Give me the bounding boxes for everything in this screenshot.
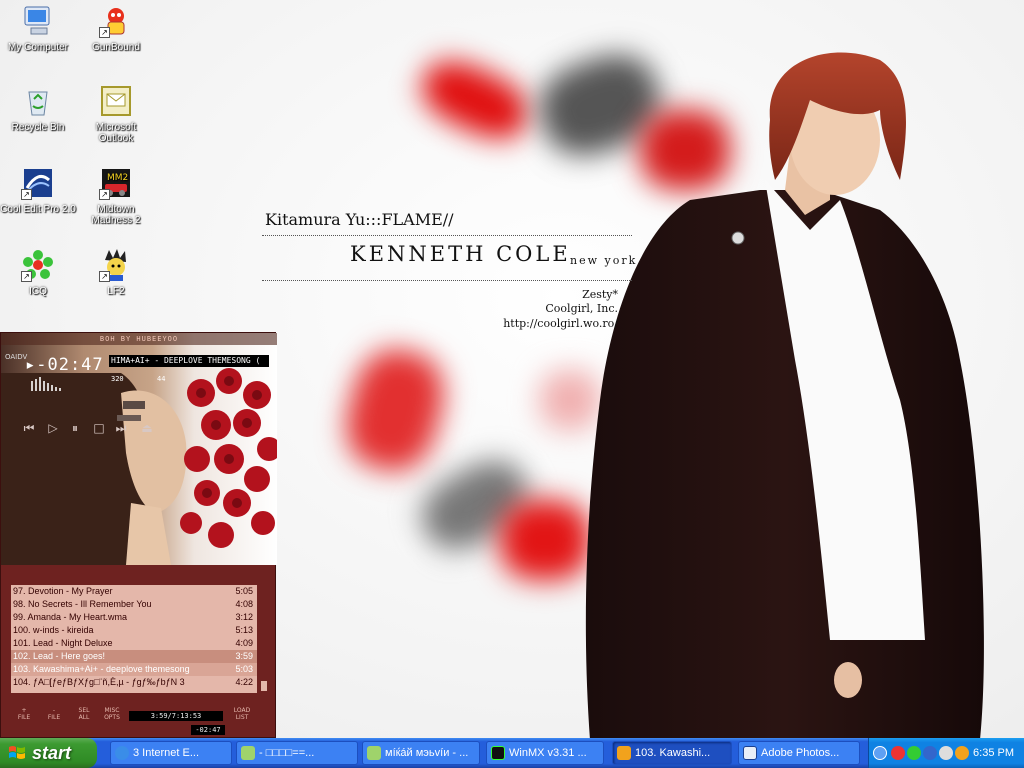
playlist-item[interactable]: 100. w-inds - kireida 5:13	[11, 624, 257, 637]
person-photo	[585, 52, 984, 740]
samplerate-display: 44	[157, 375, 166, 383]
playlist[interactable]: 97. Devotion - My Prayer 5:05 98. No Secr…	[11, 585, 257, 693]
computer-icon	[21, 4, 55, 38]
taskbar-button-winmx[interactable]: WinMX v3.31 ...	[486, 741, 604, 765]
cool-edit-icon: ↗	[21, 166, 55, 200]
desktop-icon-label: Microsoft Outlook	[95, 122, 137, 144]
internet-explorer-icon	[115, 746, 129, 760]
lf2-icon: ↗	[99, 248, 133, 282]
desktop-icon-recycle-bin[interactable]: Recycle Bin	[0, 84, 76, 133]
wallpaper-red-blot	[500, 500, 590, 580]
chevron-left-icon[interactable]	[873, 746, 887, 760]
msn-icon	[367, 746, 381, 760]
previous-track-button[interactable]: ⏮	[21, 421, 37, 435]
remove-file-button[interactable]: - FILE	[43, 707, 65, 721]
load-list-button[interactable]: LOAD LIST	[231, 707, 253, 721]
desktop-icon-label: Cool Edit Pro 2.0	[0, 204, 76, 215]
taskbar-button-winamp[interactable]: 103. Kawashi...	[612, 741, 732, 765]
taskbar-button-internet-explorer[interactable]: 3 Internet E...	[110, 741, 232, 765]
system-tray: 6:35 PM	[868, 738, 1024, 768]
start-label: start	[32, 743, 72, 763]
tray-network-icon[interactable]	[923, 746, 937, 760]
midtown-madness-icon: MM2 ↗	[99, 166, 133, 200]
desktop-icon-my-computer[interactable]: My Computer	[0, 4, 76, 53]
clock[interactable]: 6:35 PM	[973, 738, 1014, 768]
stop-button[interactable]: □	[91, 421, 107, 435]
playlist-total-time: 3:59/7:13:53	[129, 711, 223, 721]
wallpaper-divider	[262, 235, 632, 236]
icq-flower-icon: ↗	[21, 248, 55, 282]
desktop-icon-icq[interactable]: ↗ ICQ	[0, 248, 76, 297]
taskbar-button-msn-chat-2[interactable]: мíќáй мэьvíи - ...	[362, 741, 480, 765]
desktop-icon-lf2[interactable]: ↗ LF2	[78, 248, 154, 297]
taskbar: start 3 Internet E... - □□□□==... мíќáй …	[0, 738, 1024, 768]
playlist-item-current[interactable]: 103. Kawashima+Ai+ - deeplove themesong 5…	[11, 663, 257, 676]
select-all-button[interactable]: SEL ALL	[73, 707, 95, 721]
next-track-button[interactable]: ⏭	[113, 421, 129, 435]
start-button[interactable]: start	[0, 738, 97, 768]
eject-button[interactable]: ⏏	[139, 421, 155, 435]
playlist-item[interactable]: 99. Amanda - My Heart.wma 3:12	[11, 611, 257, 624]
pause-button[interactable]: ⏸	[67, 421, 83, 435]
player-main-panel: BOH BY HUBEEYOO OAIDV ▸-02:47 HIMA+AI+ -…	[1, 333, 277, 565]
tray-app-icon[interactable]	[907, 746, 921, 760]
wallpaper-brand: KENNETH COLE	[350, 242, 571, 266]
desktop-icon-cool-edit-pro[interactable]: ↗ Cool Edit Pro 2.0	[0, 166, 76, 215]
mini-time-display: -02:47	[191, 725, 225, 735]
desktop-icon-label: ICQ	[29, 286, 47, 297]
taskbar-button-photoshop[interactable]: Adobe Photos...	[738, 741, 860, 765]
playlist-item-selected[interactable]: 102. Lead - Here goes! 3:59	[11, 650, 257, 663]
desktop-icon-microsoft-outlook[interactable]: Microsoft Outlook	[78, 84, 154, 144]
wallpaper-divider	[262, 280, 632, 281]
playlist-item[interactable]: 104. ƒA□[ƒeƒBƒXƒg□¨ñ,È,µ - ƒgƒ‰ƒbƒN 3 4:2…	[11, 676, 257, 689]
media-player-window: BOH BY HUBEEYOO OAIDV ▸-02:47 HIMA+AI+ -…	[0, 332, 277, 738]
desktop-icon-label: My Computer	[7, 42, 68, 53]
desktop-icon-label: Midtown Madness 2	[91, 204, 141, 226]
tray-volume-icon[interactable]	[939, 746, 953, 760]
wallpaper-credit: Zesty*	[582, 288, 618, 301]
scrollbar-thumb[interactable]	[261, 681, 267, 691]
recycle-bin-icon	[21, 84, 55, 118]
playlist-item[interactable]: 101. Lead - Night Deluxe 4:09	[11, 637, 257, 650]
photoshop-icon	[743, 746, 757, 760]
desktop-icon-label: GunBound	[92, 42, 140, 53]
winmx-icon	[491, 746, 505, 760]
desktop-icon-midtown-madness-2[interactable]: MM2 ↗ Midtown Madness 2	[78, 166, 154, 226]
svg-text:MM2: MM2	[107, 173, 128, 183]
wallpaper-red-blot	[336, 340, 454, 480]
playlist-toolbar: + FILE - FILE SEL ALL MISC OPTS LOAD LIST 3:5…	[1, 703, 277, 737]
tray-winamp-icon[interactable]	[955, 746, 969, 760]
playlist-item[interactable]: 98. No Secrets - Ill Remember You 4:08	[11, 598, 257, 611]
player-side-label: OAIDV	[5, 353, 28, 361]
add-file-button[interactable]: + FILE	[13, 707, 35, 721]
gunbound-icon: ↗	[99, 4, 133, 38]
taskbar-button-msn-chat[interactable]: - □□□□==...	[236, 741, 358, 765]
wallpaper-red-blot	[412, 49, 538, 151]
desktop-icon-gunbound[interactable]: ↗ GunBound	[78, 4, 154, 53]
bitrate-display: 320	[111, 375, 124, 383]
player-time-display[interactable]: ▸-02:47	[25, 355, 104, 375]
playlist-scrollbar[interactable]	[259, 585, 269, 693]
song-title-marquee[interactable]: HIMA+AI+ - DEEPLOVE THEMESONG (	[109, 355, 269, 367]
desktop-icon-label: LF2	[107, 286, 125, 297]
outlook-icon	[99, 84, 133, 118]
play-button[interactable]: ▷	[45, 421, 61, 435]
playlist-item[interactable]: 97. Devotion - My Prayer 5:05	[11, 585, 257, 598]
tray-app-icon[interactable]	[891, 746, 905, 760]
player-title-bar[interactable]: BOH BY HUBEEYOO	[1, 333, 277, 345]
windows-logo-icon	[9, 746, 25, 759]
misc-options-button[interactable]: MISC OPTS	[101, 707, 123, 721]
desktop-icon-label: Recycle Bin	[11, 122, 65, 133]
winamp-icon	[617, 746, 631, 760]
wallpaper-brand-sub: new york	[570, 254, 638, 267]
wallpaper-credit: Coolgirl, Inc.	[545, 302, 618, 315]
msn-icon	[241, 746, 255, 760]
wallpaper-title: Kitamura Yu:::FLAME//	[265, 210, 454, 229]
wallpaper-credit: http://coolgirl.wo.ro/	[503, 317, 618, 330]
